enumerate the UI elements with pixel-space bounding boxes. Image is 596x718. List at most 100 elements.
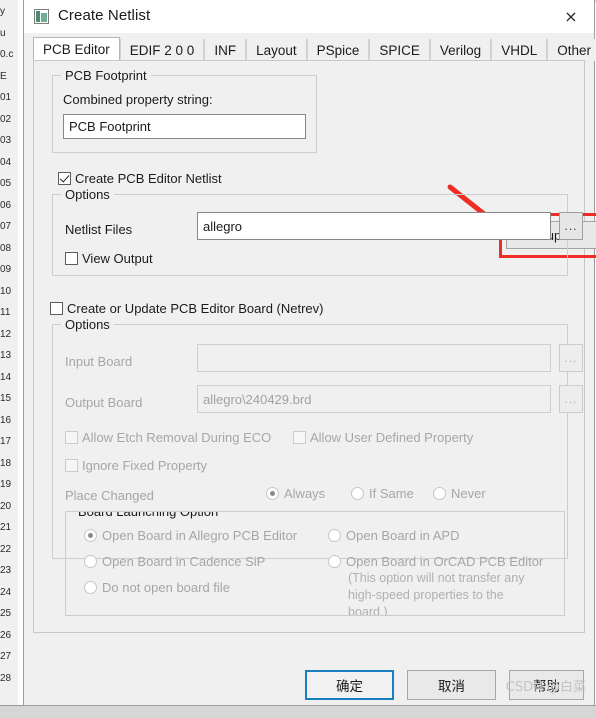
combined-property-string-input[interactable]: PCB Footprint <box>63 114 306 139</box>
background-row-number: 14 <box>0 371 12 383</box>
radio-label: Do not open board file <box>102 580 230 595</box>
tab-vhdl[interactable]: VHDL <box>491 39 548 61</box>
background-row-number: 0.c <box>0 49 14 60</box>
orcad-option-note: (This option will not transfer any high-… <box>348 570 563 616</box>
radio-open-board-orcad[interactable]: Open Board in OrCAD PCB Editor <box>328 554 543 569</box>
background-row-number: 28 <box>0 672 12 684</box>
radio-do-not-open-board-file[interactable]: Do not open board file <box>84 580 230 595</box>
background-row-number-strip: y u 0.c E 01 02 03 04 05 06 07 08 09 10 11 12 13 14 15 16 17… <box>0 0 19 706</box>
checkbox-ignore-fixed-property[interactable]: Ignore Fixed Property <box>65 458 207 473</box>
tab-inf[interactable]: INF <box>204 39 247 61</box>
checkbox-label: Allow User Defined Property <box>310 430 474 445</box>
checkbox-box <box>65 252 78 265</box>
radio-dot <box>328 555 341 568</box>
radio-dot <box>433 487 446 500</box>
tab-edif-2-0-0[interactable]: EDIF 2 0 0 <box>119 39 205 61</box>
radio-label: Never <box>451 486 486 501</box>
radio-dot <box>84 581 97 594</box>
tab-spice[interactable]: SPICE <box>369 39 430 61</box>
tab-pcb-editor[interactable]: PCB Editor <box>33 37 120 61</box>
checkbox-box <box>65 459 78 472</box>
background-row-number: 18 <box>0 457 12 469</box>
checkbox-create-pcb-editor-netlist[interactable]: Create PCB Editor Netlist <box>58 171 222 186</box>
background-row-number: 01 <box>0 92 12 103</box>
input-board-browse-button[interactable]: ... <box>559 344 583 372</box>
background-status-bar <box>0 705 596 718</box>
dialog-titlebar: Create Netlist × <box>24 0 594 33</box>
input-board-label: Input Board <box>65 354 133 369</box>
background-row-number: 21 <box>0 522 12 533</box>
radio-dot <box>328 529 341 542</box>
background-row-number: 20 <box>0 500 12 512</box>
close-icon[interactable]: × <box>548 0 594 32</box>
radio-label: Always <box>284 486 326 501</box>
radio-dot <box>351 487 364 500</box>
background-row-number: 04 <box>0 156 12 168</box>
radio-place-changed-if-same[interactable]: If Same <box>351 486 414 501</box>
orcad-note-line-3: board.) <box>348 605 388 616</box>
ok-button[interactable]: 确定 <box>305 670 394 700</box>
checkbox-create-or-update-pcb-editor-board[interactable]: Create or Update PCB Editor Board (Netre… <box>50 301 324 316</box>
background-row-number: 17 <box>0 436 12 447</box>
checkbox-box <box>50 302 63 315</box>
background-row-number: 03 <box>0 135 12 146</box>
netlist-files-browse-button[interactable]: ... <box>559 212 583 240</box>
group-title-options-netlist: Options <box>61 187 114 202</box>
radio-place-changed-always[interactable]: Always <box>266 486 325 501</box>
group-title-pcb-footprint: PCB Footprint <box>61 68 151 83</box>
background-row-number: 24 <box>0 586 12 598</box>
radio-open-board-cadence-sip[interactable]: Open Board in Cadence SiP <box>84 554 265 569</box>
radio-open-board-allegro[interactable]: Open Board in Allegro PCB Editor <box>84 528 297 543</box>
output-board-label: Output Board <box>65 395 143 410</box>
background-row-number: 26 <box>0 629 12 641</box>
radio-label: Open Board in Cadence SiP <box>102 554 266 569</box>
input-board-input[interactable] <box>197 344 551 372</box>
create-netlist-dialog: Create Netlist × PCB Editor EDIF 2 0 0 INF… <box>23 0 596 706</box>
background-row-number: 13 <box>0 350 12 361</box>
background-row-number: 09 <box>0 264 12 275</box>
orcad-note-line-2: high-speed properties to the <box>348 588 504 602</box>
background-row-number: y <box>0 6 5 17</box>
output-board-browse-button[interactable]: ... <box>559 385 583 413</box>
radio-place-changed-never[interactable]: Never <box>433 486 486 501</box>
tab-other[interactable]: Other <box>547 39 596 61</box>
netlist-files-input[interactable]: allegro <box>197 212 551 240</box>
checkbox-allow-etch-removal[interactable]: Allow Etch Removal During ECO <box>65 430 271 445</box>
background-row-number: 07 <box>0 221 12 232</box>
checkbox-view-output[interactable]: View Output <box>65 251 153 266</box>
background-row-number: 10 <box>0 285 12 297</box>
orcad-note-line-1: (This option will not transfer any <box>348 571 525 585</box>
radio-dot <box>266 487 279 500</box>
background-row-number: u <box>0 27 6 39</box>
tab-layout[interactable]: Layout <box>246 39 307 61</box>
background-row-number: 23 <box>0 565 12 576</box>
radio-open-board-apd[interactable]: Open Board in APD <box>328 528 459 543</box>
radio-label: Open Board in Allegro PCB Editor <box>102 528 298 543</box>
checkbox-label: View Output <box>82 251 153 266</box>
tab-panel-pcb-editor: PCB Footprint Combined property string: … <box>33 60 596 633</box>
tab-list: PCB Editor EDIF 2 0 0 INF Layout PSpice SPICE… <box>33 37 596 61</box>
tab-verilog[interactable]: Verilog <box>429 39 492 61</box>
app-icon <box>34 9 49 24</box>
checkbox-label: Create PCB Editor Netlist <box>75 171 222 186</box>
group-title-board-launching: Board Launching Option <box>74 512 223 519</box>
help-button[interactable]: 帮助 <box>509 670 584 700</box>
tab-pspice[interactable]: PSpice <box>306 39 370 61</box>
checkbox-label: Create or Update PCB Editor Board (Netre… <box>67 301 324 316</box>
output-board-input[interactable]: allegro\240429.brd <box>197 385 551 413</box>
cancel-button[interactable]: 取消 <box>407 670 496 700</box>
background-row-number: 08 <box>0 242 12 254</box>
combined-property-string-label: Combined property string: <box>63 92 213 107</box>
group-options-board: Options Input Board ... Output Board all… <box>52 317 583 616</box>
group-title-options-board: Options <box>61 317 114 332</box>
radio-label: Open Board in APD <box>346 528 460 543</box>
background-row-number: 16 <box>0 414 12 426</box>
background-row-number: 27 <box>0 651 12 662</box>
background-row-number: E <box>0 70 7 82</box>
checkbox-allow-user-defined-property[interactable]: Allow User Defined Property <box>293 430 473 445</box>
checkbox-box <box>293 431 306 444</box>
checkbox-label: Allow Etch Removal During ECO <box>82 430 272 445</box>
checkbox-box <box>65 431 78 444</box>
background-row-number: 15 <box>0 393 12 404</box>
radio-dot <box>84 529 97 542</box>
